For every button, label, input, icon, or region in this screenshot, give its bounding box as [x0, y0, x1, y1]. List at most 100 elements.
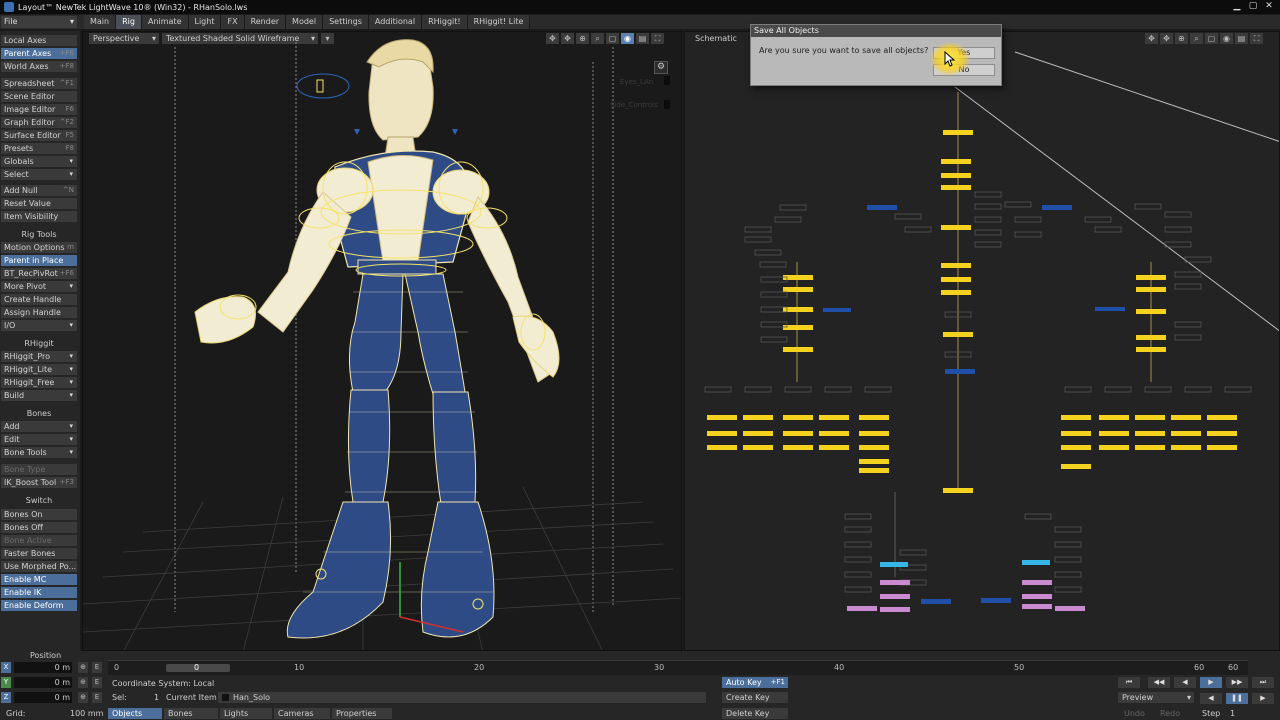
schematic-node-yellow[interactable] [783, 445, 813, 450]
sidebar-item-edit[interactable]: Edit ▾ [1, 434, 77, 445]
schematic-node[interactable] [1004, 201, 1032, 208]
sidebar-item-bones-on[interactable]: Bones On [1, 509, 77, 520]
perspective-viewport[interactable]: Perspective ▾ Textured Shaded Solid Wire… [82, 31, 682, 651]
schematic-node-yellow[interactable] [783, 287, 813, 292]
current-item-dropdown[interactable]: Han_Solo [218, 692, 706, 703]
schematic-node-yellow[interactable] [819, 445, 849, 450]
schematic-node-blue[interactable] [1042, 205, 1072, 210]
schematic-node[interactable] [974, 241, 1002, 248]
schematic-node[interactable] [704, 386, 732, 393]
schematic-node-blue[interactable] [823, 308, 851, 312]
maximize-icon[interactable]: ▢ [1246, 1, 1260, 12]
sidebar-item-local-axes[interactable]: Local Axes [1, 35, 77, 46]
play-forward-icon[interactable]: ▶ [1252, 693, 1274, 704]
sidebar-item-parent-axes[interactable]: Parent Axes +F6 [1, 48, 77, 59]
schematic-node-yellow[interactable] [783, 325, 813, 330]
schematic-node-yellow[interactable] [707, 415, 737, 420]
auto-key-button[interactable]: Auto Key +F1 [722, 677, 788, 688]
sidebar-item-globals[interactable]: Globals ▾ [1, 156, 77, 167]
schematic-node-yellow[interactable] [941, 290, 971, 295]
schematic-node-yellow[interactable] [859, 459, 889, 464]
schematic-node-yellow[interactable] [859, 431, 889, 436]
schematic-node-pink[interactable] [1055, 606, 1085, 611]
schematic-node[interactable] [974, 216, 1002, 223]
tab-model[interactable]: Model [286, 15, 324, 29]
go-to-start-icon[interactable]: ⏮ [1118, 677, 1140, 688]
schematic-node-yellow[interactable] [941, 185, 971, 190]
schematic-node-blue[interactable] [921, 599, 951, 604]
schematic-node-yellow[interactable] [941, 225, 971, 230]
close-icon[interactable]: ✕ [1262, 1, 1276, 12]
schematic-node-blue[interactable] [981, 598, 1011, 603]
gear-icon[interactable]: ⚙ [654, 61, 668, 74]
schematic-node[interactable] [1224, 386, 1252, 393]
schematic-node[interactable] [1164, 226, 1192, 233]
schematic-node[interactable] [1094, 226, 1122, 233]
schematic-node[interactable] [1174, 321, 1202, 328]
sidebar-item-enable-deform[interactable]: Enable Deform [1, 600, 77, 611]
schematic-node[interactable] [754, 249, 782, 256]
schematic-node[interactable] [1104, 386, 1132, 393]
envelope-icon[interactable]: ⊕ [78, 692, 88, 703]
schematic-node-yellow[interactable] [1135, 431, 1165, 436]
tab-additional[interactable]: Additional [368, 15, 423, 29]
tab-fx[interactable]: FX [221, 15, 245, 29]
schematic-node[interactable] [844, 556, 872, 563]
schematic-node-yellow[interactable] [859, 445, 889, 450]
schematic-node-yellow[interactable] [1207, 415, 1237, 420]
coordinate-system-label[interactable]: Coordinate System: Local [112, 679, 214, 688]
schematic-node-yellow[interactable] [943, 332, 973, 337]
sidebar-item-bt-recpivrot[interactable]: BT_RecPivRot +F6 [1, 268, 77, 279]
schematic-node[interactable] [974, 191, 1002, 198]
sidebar-item-spreadsheet[interactable]: Spreadsheet ^F1 [1, 78, 77, 89]
sidebar-item-add[interactable]: Add ▾ [1, 421, 77, 432]
play-reverse-icon[interactable]: ◀ [1174, 677, 1196, 688]
schematic-node-yellow[interactable] [1171, 445, 1201, 450]
schematic-node-pink[interactable] [880, 580, 910, 585]
envelope-button[interactable]: E [92, 692, 102, 703]
pause-icon[interactable]: ❚❚ [1226, 693, 1248, 704]
schematic-node[interactable] [759, 261, 787, 268]
schematic-node[interactable] [774, 216, 802, 223]
envelope-button[interactable]: E [92, 662, 102, 673]
schematic-node-blue[interactable] [1095, 307, 1125, 311]
schematic-node[interactable] [974, 229, 1002, 236]
schematic-node[interactable] [1134, 203, 1162, 210]
schematic-node-yellow[interactable] [941, 159, 971, 164]
schematic-node-pink[interactable] [847, 606, 877, 611]
sidebar-item-enable-mc[interactable]: Enable MC [1, 574, 77, 585]
schematic-node-yellow[interactable] [859, 415, 889, 420]
schematic-node[interactable] [779, 204, 807, 211]
schematic-node-pink[interactable] [880, 607, 910, 612]
timeline-slider[interactable]: 0 10 20 30 40 50 60 60 0 [108, 660, 1248, 675]
schematic-node-yellow[interactable] [783, 415, 813, 420]
schematic-node[interactable] [1184, 386, 1212, 393]
schematic-node[interactable] [744, 236, 772, 243]
schematic-node-yellow[interactable] [1171, 431, 1201, 436]
schematic-node-yellow[interactable] [1099, 415, 1129, 420]
schematic-node[interactable] [1014, 216, 1042, 223]
sidebar-item-ik-boost-tool[interactable]: IK_Boost Tool +F3 [1, 477, 77, 488]
schematic-node-pink[interactable] [1022, 594, 1052, 599]
grid-value[interactable]: 100 mm [70, 709, 103, 718]
schematic-node[interactable] [1164, 211, 1192, 218]
schematic-node-yellow[interactable] [1099, 431, 1129, 436]
axis-value-field[interactable]: 0 m [14, 662, 72, 673]
schematic-node-yellow[interactable] [1061, 431, 1091, 436]
sidebar-item-bone-tools[interactable]: Bone Tools ▾ [1, 447, 77, 458]
sidebar-item-i-o[interactable]: I/O ▾ [1, 320, 77, 331]
item-type-tab-objects[interactable]: Objects [108, 708, 162, 719]
item-type-tab-bones[interactable]: Bones [164, 708, 218, 719]
schematic-node-blue[interactable] [867, 205, 897, 210]
schematic-node[interactable] [1014, 231, 1042, 238]
schematic-node-pink[interactable] [880, 594, 910, 599]
step-forward-icon[interactable]: ▶▶ [1226, 677, 1248, 688]
schematic-node-yellow[interactable] [743, 415, 773, 420]
tab-light[interactable]: Light [188, 15, 222, 29]
item-type-tab-cameras[interactable]: Cameras [274, 708, 330, 719]
timeline-end-frame[interactable]: 60 [1228, 663, 1238, 672]
tab-main[interactable]: Main [84, 15, 117, 29]
schematic-node-yellow[interactable] [783, 431, 813, 436]
schematic-node-yellow[interactable] [743, 445, 773, 450]
sidebar-item-bone-type[interactable]: Bone Type [1, 464, 77, 475]
